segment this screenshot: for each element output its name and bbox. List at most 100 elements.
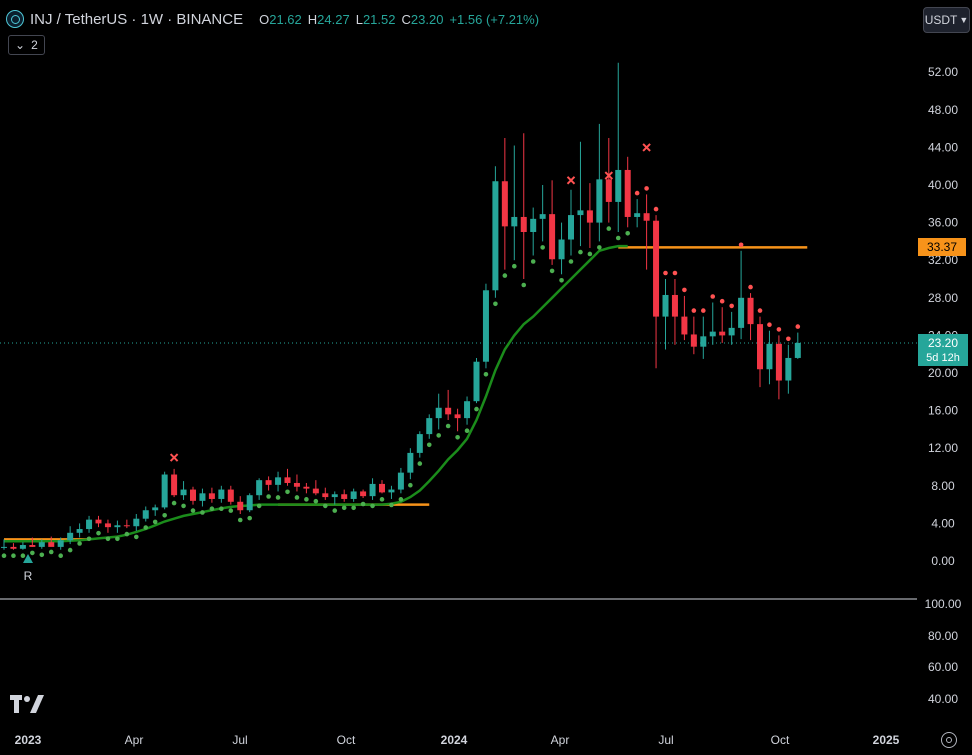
signal-dot	[124, 531, 130, 537]
candle-body	[38, 542, 45, 547]
candle-body	[123, 525, 130, 527]
candle-body	[653, 220, 660, 317]
signal-dot	[228, 508, 234, 513]
close-value: 23.20	[410, 11, 444, 27]
candle-body	[558, 239, 565, 260]
x-tick-label: Jul	[658, 733, 673, 747]
signal-dot	[323, 503, 328, 509]
candle-body	[709, 331, 716, 337]
signal-dot	[398, 497, 404, 502]
signal-dot	[58, 553, 63, 559]
x-tick-label: 2023	[15, 733, 42, 747]
tradingview-logo-icon[interactable]	[10, 695, 44, 713]
signal-dot	[701, 308, 706, 313]
x-tick-label: Oct	[337, 733, 356, 747]
candle-body	[511, 216, 518, 227]
signal-r-label: R	[24, 569, 33, 583]
signal-dot	[729, 303, 734, 309]
candle-body	[322, 493, 329, 498]
y-tick-label: 4.00	[931, 516, 955, 530]
candle-body	[407, 452, 414, 473]
candle-body	[568, 215, 574, 240]
signal-dot	[285, 489, 290, 495]
candle-body	[265, 480, 272, 485]
current-price-value: 23.20	[928, 336, 958, 350]
candle-body	[246, 495, 253, 511]
signal-dot	[606, 226, 612, 231]
sell-x-icon	[169, 453, 179, 462]
signal-dot	[748, 284, 753, 290]
signal-dot	[190, 508, 196, 513]
level-lines	[4, 246, 808, 541]
signal-dot	[294, 495, 300, 500]
inj-logo-icon	[6, 10, 24, 28]
signal-dot	[540, 245, 545, 250]
time-axis[interactable]: 2023 Apr Jul Oct 2024 Apr Jul Oct 2025	[15, 733, 900, 747]
signal-dot	[275, 495, 281, 500]
candle-body	[95, 519, 102, 524]
candle-body	[29, 545, 36, 547]
lower-pane-axis[interactable]: 100.00 80.00 60.00 40.00	[925, 597, 962, 706]
candle-body	[501, 181, 508, 227]
settings-gear-icon[interactable]	[941, 732, 957, 748]
candle-body	[331, 494, 338, 498]
signal-dot	[445, 423, 451, 429]
candle-body	[161, 474, 168, 508]
signal-dot	[710, 294, 716, 299]
candle-body	[473, 361, 480, 402]
low-label: L	[355, 11, 363, 27]
candle-body	[379, 483, 385, 493]
signal-dot	[134, 534, 139, 540]
signal-dot	[200, 510, 205, 515]
high-value: 24.27	[317, 11, 350, 27]
signal-dot	[96, 530, 101, 536]
candle-body	[284, 477, 291, 483]
signal-dot	[634, 190, 640, 196]
candle-body	[728, 327, 735, 336]
signal-dot	[483, 372, 489, 377]
lower-pane-tick-label: 80.00	[928, 629, 958, 643]
price-axis[interactable]: 0.004.008.0012.0016.0020.0024.0028.0032.…	[928, 65, 958, 568]
signal-dot	[341, 505, 347, 511]
candle-body	[643, 213, 650, 221]
candle-body	[104, 523, 111, 528]
candle-body	[388, 489, 395, 493]
candle-body	[76, 529, 83, 533]
signal-dot	[767, 322, 772, 328]
signal-dot	[738, 242, 744, 248]
candle-body	[435, 407, 442, 419]
candle-body	[190, 489, 196, 501]
signal-dot	[512, 263, 517, 269]
signal-dot	[86, 536, 92, 542]
signal-dot	[379, 497, 385, 502]
signal-dot	[559, 278, 564, 283]
candle-body	[690, 334, 697, 347]
y-tick-label: 16.00	[928, 404, 958, 418]
ma-line	[4, 244, 628, 543]
x-tick-label: 2024	[441, 733, 468, 747]
lower-pane-tick-label: 40.00	[928, 692, 958, 706]
indicator-count: 2	[31, 38, 38, 52]
signal-dot	[332, 508, 338, 513]
candle-body	[520, 216, 527, 232]
indicators-toggle[interactable]: ⌄ 2	[8, 35, 45, 55]
signal-dot	[776, 327, 782, 332]
symbol-title[interactable]: INJ / TetherUS · 1W · BINANCE	[30, 11, 243, 28]
signal-dot	[653, 206, 659, 212]
price-chart[interactable]: 0.004.008.0012.0016.0020.0024.0028.0032.…	[0, 0, 972, 755]
signal-dot	[209, 506, 215, 512]
signal-dot	[304, 497, 309, 502]
candle-body	[747, 297, 754, 325]
candle-body	[719, 331, 726, 336]
candle-body	[775, 343, 782, 381]
signal-dot	[1, 553, 7, 559]
signal-dot	[455, 434, 460, 440]
currency-button[interactable]: USDT ▼	[923, 7, 970, 33]
candle-body	[530, 218, 537, 232]
signal-dot	[181, 503, 186, 509]
candle-body	[794, 342, 801, 358]
x-tick-label: Jul	[232, 733, 247, 747]
y-tick-label: 44.00	[928, 140, 958, 154]
signal-dot	[757, 308, 763, 313]
signal-dot	[549, 268, 555, 274]
